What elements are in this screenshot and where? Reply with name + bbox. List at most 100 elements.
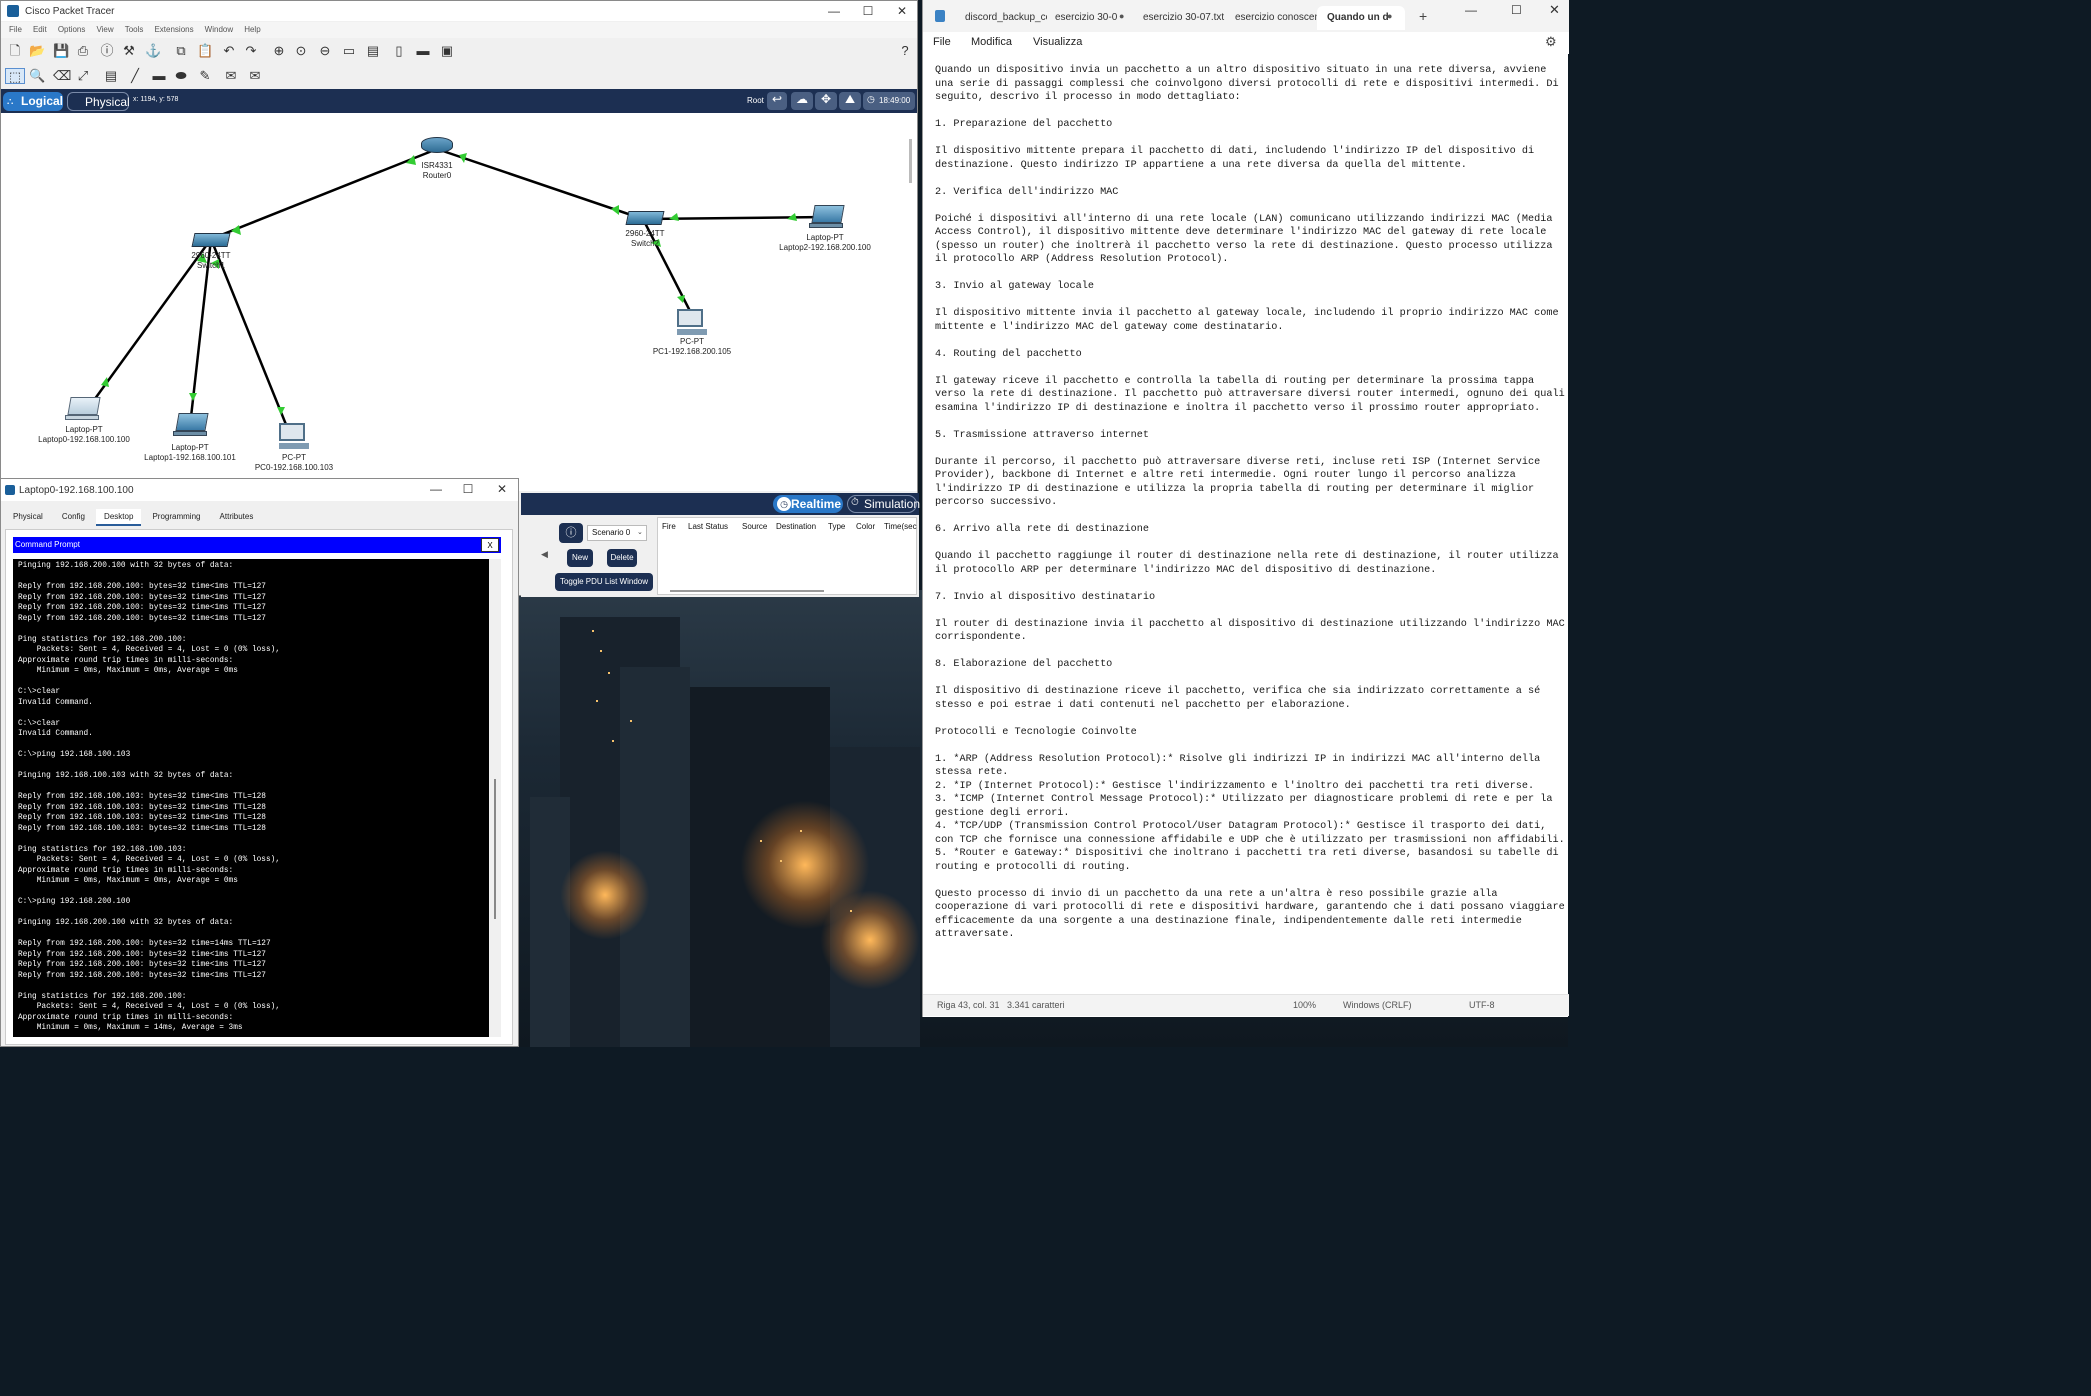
line-ending[interactable]: Windows (CRLF) xyxy=(1343,1000,1412,1010)
viewport-icon[interactable]: ▯ xyxy=(391,43,407,59)
new-file-icon[interactable]: 🗋 xyxy=(7,43,23,59)
maximize-button[interactable]: ☐ xyxy=(853,3,883,19)
menu-tools[interactable]: Tools xyxy=(125,22,144,38)
select-icon[interactable]: ⬚ xyxy=(5,68,25,84)
note-icon[interactable]: ▤ xyxy=(103,68,119,84)
tab-desktop[interactable]: Desktop xyxy=(96,509,142,526)
maximize-button[interactable]: ☐ xyxy=(453,481,483,497)
menu-extensions[interactable]: Extensions xyxy=(154,22,193,38)
tab-programming[interactable]: Programming xyxy=(144,509,208,524)
laptop0-icon[interactable] xyxy=(65,397,101,423)
laptop2-icon[interactable] xyxy=(809,205,845,229)
clock-icon: ◷ xyxy=(867,94,875,104)
command-prompt-scrollbar[interactable] xyxy=(489,559,501,1037)
menu-file[interactable]: File xyxy=(9,22,22,38)
print-icon[interactable]: ⎙ xyxy=(75,43,91,59)
freeform-icon[interactable]: ✎ xyxy=(197,68,213,84)
screenshot-icon[interactable]: ▣ xyxy=(439,43,455,59)
close-button[interactable]: ✕ xyxy=(487,481,517,497)
scenario-info-icon[interactable]: ⓘ xyxy=(559,523,583,543)
redo-icon[interactable]: ↷ xyxy=(243,43,259,59)
menu-window[interactable]: Window xyxy=(205,22,233,38)
resize-icon[interactable]: ⤢ xyxy=(75,68,91,84)
move-icon[interactable]: ✥ xyxy=(815,92,837,110)
undo-icon[interactable]: ↶ xyxy=(221,43,237,59)
inspect-icon[interactable]: 🔍 xyxy=(29,68,45,84)
collapse-icon[interactable]: ◀ xyxy=(541,549,548,560)
command-prompt-output[interactable]: Pinging 192.168.200.100 with 32 bytes of… xyxy=(13,559,489,1037)
physical-tab[interactable]: Physical xyxy=(67,92,130,111)
zoom-reset-icon[interactable]: ⊙ xyxy=(293,43,309,59)
zoom-level[interactable]: 100% xyxy=(1293,1000,1316,1010)
info-icon[interactable]: ⓘ xyxy=(99,43,115,59)
command-line: Approximate round trip times in milli-se… xyxy=(18,866,234,875)
pc0-icon[interactable] xyxy=(279,423,309,451)
menu-modifica[interactable]: Modifica xyxy=(971,36,1012,48)
cluster-icon[interactable]: ☁ xyxy=(791,92,813,110)
tab-esercizio-30-07[interactable]: esercizio 30-07.txt xyxy=(1133,6,1225,30)
line-icon[interactable]: ╱ xyxy=(127,68,143,84)
help-icon[interactable]: ? xyxy=(897,43,913,59)
tab-attributes[interactable]: Attributes xyxy=(212,509,262,524)
minimize-button[interactable]: — xyxy=(819,3,849,19)
close-button[interactable]: ✕ xyxy=(887,3,917,19)
delete-icon[interactable]: ⌫ xyxy=(53,68,71,84)
paste-icon[interactable]: 📋 xyxy=(197,43,213,59)
command-line: Minimum = 0ms, Maximum = 14ms, Average =… xyxy=(18,1024,243,1032)
network-icon[interactable]: ⚓ xyxy=(145,43,161,59)
wizard-icon[interactable]: ⚒ xyxy=(121,43,137,59)
encoding[interactable]: UTF-8 xyxy=(1469,1000,1495,1010)
tab-physical[interactable]: Physical xyxy=(5,509,51,524)
rectangle-icon[interactable]: ▬ xyxy=(151,68,167,84)
open-folder-icon[interactable]: 📂 xyxy=(29,43,45,59)
new-tab-button[interactable]: + xyxy=(1419,8,1427,24)
simple-pdu-icon[interactable]: ✉ xyxy=(223,68,239,84)
close-button[interactable]: ✕ xyxy=(1549,2,1560,18)
chevron-down-icon: ⌄ xyxy=(637,529,643,536)
logical-workspace[interactable]: ISR4331 Router0 2960-24TT Switch1 2960-2… xyxy=(1,113,917,491)
command-prompt-close-button[interactable]: X xyxy=(481,538,499,552)
menu-help[interactable]: Help xyxy=(244,22,260,38)
notepad-text-area[interactable]: Quando un dispositivo invia un pacchetto… xyxy=(935,64,1565,984)
background-icon[interactable]: ⛰ xyxy=(839,92,861,110)
unsaved-dot-icon: ● xyxy=(1387,11,1393,21)
new-scenario-button[interactable]: New xyxy=(567,549,593,567)
router0-label: ISR4331 Router0 xyxy=(407,161,467,181)
settings-gear-icon[interactable]: ⚙ xyxy=(1545,34,1557,50)
laptop1-icon[interactable] xyxy=(173,413,209,439)
minimize-button[interactable]: — xyxy=(1465,3,1477,17)
copy-icon[interactable]: ⧉ xyxy=(173,43,189,59)
ellipse-icon[interactable]: ⬬ xyxy=(173,68,189,84)
drawing-palette-icon[interactable]: ▭ xyxy=(341,43,357,59)
pc1-icon[interactable] xyxy=(677,309,707,337)
tab-esercizio-conoscenze[interactable]: esercizio conoscenz xyxy=(1225,6,1317,30)
menu-visualizza[interactable]: Visualizza xyxy=(1033,36,1082,48)
maximize-button[interactable]: ☐ xyxy=(1511,3,1522,17)
menu-view[interactable]: View xyxy=(96,22,113,38)
minimize-button[interactable]: — xyxy=(421,481,451,497)
back-icon[interactable]: ↩ xyxy=(767,92,787,110)
delete-scenario-button[interactable]: Delete xyxy=(607,549,637,567)
menu-options[interactable]: Options xyxy=(58,22,86,38)
tab-config[interactable]: Config xyxy=(54,509,93,524)
zoom-out-icon[interactable]: ⊖ xyxy=(317,43,333,59)
zoom-in-icon[interactable]: ⊕ xyxy=(271,43,287,59)
menu-edit[interactable]: Edit xyxy=(33,22,47,38)
pdu-table-scrollbar[interactable] xyxy=(670,590,824,592)
laptop1-label: Laptop-PT Laptop1-192.168.100.101 xyxy=(135,443,245,463)
menu-file[interactable]: File xyxy=(933,36,951,48)
tab-discord-backup[interactable]: discord_backup_coc xyxy=(955,6,1047,30)
notepad-window: discord_backup_coc esercizio 30-0 ● eser… xyxy=(922,0,1569,1017)
custom-device-icon[interactable]: ▤ xyxy=(365,43,381,59)
switch2-icon[interactable] xyxy=(625,211,665,225)
device-template-icon[interactable]: ▬ xyxy=(415,43,431,59)
tab-esercizio-30-0[interactable]: esercizio 30-0 xyxy=(1045,6,1129,30)
router-icon[interactable] xyxy=(421,137,453,157)
workspace-scrollbar[interactable] xyxy=(909,139,912,183)
complex-pdu-icon[interactable]: ✉ xyxy=(247,68,263,84)
command-prompt-title: Command Prompt xyxy=(15,540,80,549)
toggle-pdu-list-button[interactable]: Toggle PDU List Window xyxy=(555,573,653,591)
save-icon[interactable]: 💾 xyxy=(53,43,69,59)
switch1-icon[interactable] xyxy=(191,233,231,247)
scroll-thumb[interactable] xyxy=(494,779,496,919)
